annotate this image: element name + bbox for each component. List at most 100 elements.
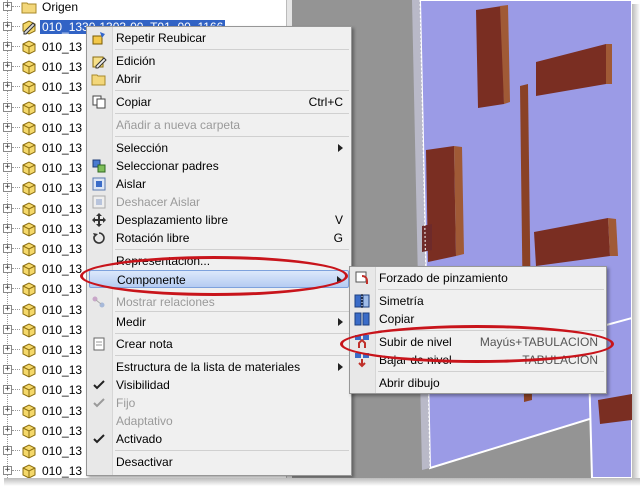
expand-icon[interactable]: + <box>3 163 12 173</box>
tree-branch-line <box>12 106 20 108</box>
menu-item-crear-nota[interactable]: Crear nota <box>89 335 349 353</box>
tree-item-label: 010_13 <box>42 444 83 458</box>
menu-item-label: Rotación libre <box>116 231 190 245</box>
part-cube-icon <box>22 464 36 478</box>
menu-separator <box>378 289 604 290</box>
grip-snap-icon <box>355 271 368 284</box>
expand-icon[interactable]: + <box>3 405 12 415</box>
menu-item-abrir[interactable]: Abrir <box>89 70 349 88</box>
annotation-ring-subir-de-nivel <box>340 325 614 363</box>
tree-branch-line <box>12 227 20 229</box>
expand-icon[interactable]: + <box>3 183 12 193</box>
menu-item-desactivar[interactable]: Desactivar <box>89 453 349 471</box>
tree-item-label: 010_13 <box>42 201 83 216</box>
tree-item-label: 010_13 <box>42 322 83 337</box>
menu-item-adaptativo[interactable]: Adaptativo <box>89 412 349 430</box>
menu-item-fijo[interactable]: Fijo <box>89 394 349 412</box>
tree-branch-line <box>12 167 20 169</box>
expand-icon[interactable]: + <box>3 284 12 294</box>
submenu-item-simetria[interactable]: Simetría <box>352 292 604 310</box>
tree-branch-line <box>12 369 20 371</box>
mirror-icon <box>354 294 370 308</box>
expand-icon[interactable]: + <box>3 122 12 132</box>
expand-icon[interactable]: + <box>3 143 12 152</box>
submenu-arrow-icon <box>338 144 343 152</box>
menu-item-aislar[interactable]: Aislar <box>89 175 349 193</box>
submenu-item-abrir-dibujo[interactable]: Abrir dibujo <box>352 374 604 392</box>
copy-component-icon <box>354 312 370 326</box>
menu-item-medir[interactable]: Medir <box>89 313 349 331</box>
menu-item-edicion[interactable]: Edición <box>89 52 349 70</box>
expand-icon[interactable]: + <box>3 345 12 354</box>
component-edit-icon <box>22 20 36 35</box>
tree-branch-line <box>12 86 20 88</box>
expand-icon[interactable]: + <box>3 102 12 112</box>
tree-item-label: 010_13 <box>42 262 83 277</box>
tree-item-label: 010_13 <box>42 120 83 135</box>
tree-branch-line <box>12 328 20 330</box>
window-shadow-bottom <box>4 478 640 486</box>
menu-item-visibilidad[interactable]: Visibilidad <box>89 376 349 394</box>
tree-branch-line <box>12 6 20 7</box>
expand-icon[interactable]: + <box>3 385 12 395</box>
expand-icon[interactable]: + <box>3 42 12 51</box>
menu-item-estructura-lista-materiales[interactable]: Estructura de la lista de materiales <box>89 358 349 376</box>
expand-icon[interactable]: + <box>3 62 12 72</box>
tree-item-label: 010_13 <box>42 181 83 196</box>
expand-icon[interactable]: + <box>3 324 12 334</box>
submenu-item-forzado-pinzamiento[interactable]: Forzado de pinzamiento <box>352 269 604 287</box>
expand-icon[interactable]: + <box>3 425 12 435</box>
part-cube-icon <box>22 101 36 116</box>
checkmark-icon <box>93 398 105 408</box>
menu-item-seleccionar-padres[interactable]: Seleccionar padres <box>89 157 349 175</box>
menu-item-anadir-nueva-carpeta[interactable]: Añadir a nueva carpeta <box>89 116 349 134</box>
menu-item-copiar[interactable]: Copiar Ctrl+C <box>89 93 349 111</box>
part-cube-icon <box>22 242 36 257</box>
tree-item-label: 010_13 <box>42 221 83 236</box>
menu-item-repetir-reubicar[interactable]: Repetir Reubicar <box>89 29 349 47</box>
free-rotate-icon <box>93 232 105 244</box>
tree-item-label: 010_13 <box>42 242 83 256</box>
expand-icon[interactable]: + <box>3 264 12 274</box>
menu-separator <box>115 333 349 334</box>
reposition-icon <box>92 32 105 45</box>
tree-item-label: 010_13 <box>42 161 83 176</box>
menu-item-label: Añadir a nueva carpeta <box>116 118 241 132</box>
menu-item-desplazamiento-libre[interactable]: Desplazamiento libre V <box>89 211 349 229</box>
checkmark-icon <box>93 380 105 390</box>
tree-row-origin[interactable]: + Origen <box>0 0 292 17</box>
expand-icon[interactable]: + <box>3 365 12 375</box>
expand-icon[interactable]: + <box>3 22 12 31</box>
menu-separator <box>115 49 349 50</box>
menu-item-label: Desplazamiento libre <box>116 213 229 227</box>
part-cube-icon <box>22 222 36 237</box>
menu-item-label: Selección <box>116 141 169 155</box>
menu-item-label: Edición <box>116 54 156 68</box>
menu-item-label: Copiar <box>379 312 415 326</box>
tree-item-label: 010_13 <box>42 383 83 398</box>
tree-branch-line <box>12 46 20 47</box>
expand-icon[interactable]: + <box>3 244 12 253</box>
part-cube-icon <box>22 282 36 297</box>
expand-icon[interactable]: + <box>3 446 12 455</box>
menu-item-rotacion-libre[interactable]: Rotación libre G <box>89 229 349 247</box>
expand-icon[interactable]: + <box>3 466 12 476</box>
menu-item-label: Estructura de la lista de materiales <box>116 360 301 374</box>
expand-icon[interactable]: + <box>3 82 12 92</box>
part-cube-icon <box>22 363 36 378</box>
menu-item-deshacer-aislar[interactable]: Deshacer Aislar <box>89 193 349 211</box>
expand-icon[interactable]: + <box>3 223 12 233</box>
tree-item-label: 010_13 <box>42 40 83 54</box>
menu-item-activado[interactable]: Activado <box>89 430 349 448</box>
checkmark-icon <box>93 434 105 444</box>
select-parents-icon <box>92 159 106 173</box>
tree-branch-line <box>12 409 20 411</box>
menu-item-label: Repetir Reubicar <box>116 31 207 45</box>
expand-icon[interactable]: + <box>3 304 12 314</box>
expand-icon[interactable]: + <box>3 203 12 213</box>
menu-item-shortcut: V <box>334 213 343 227</box>
part-cube-icon <box>22 161 36 176</box>
menu-item-seleccion[interactable]: Selección <box>89 139 349 157</box>
expand-icon[interactable]: + <box>3 2 12 11</box>
part-cube-icon <box>22 181 36 196</box>
